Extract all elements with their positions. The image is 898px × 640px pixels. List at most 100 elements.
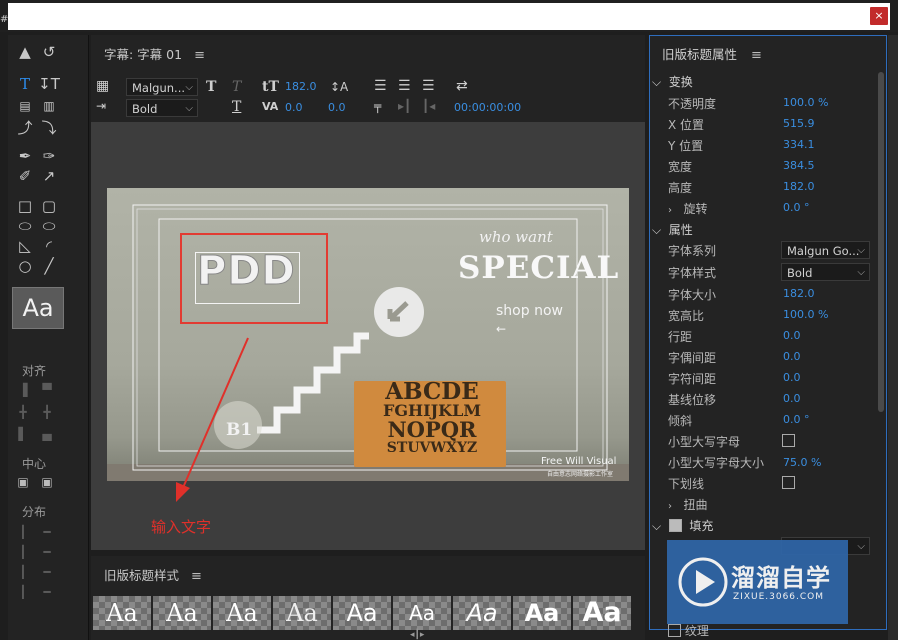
rectangle-tool-icon[interactable]: □ [14, 197, 36, 215]
align-left-text-icon[interactable]: ☰ [374, 78, 387, 94]
properties-menu-icon[interactable]: ≡ [751, 48, 762, 63]
prop-tracking-value[interactable]: 0.0 [783, 371, 801, 384]
styles-menu-icon[interactable]: ≡ [191, 569, 202, 584]
distribute-bottom-icon[interactable]: ━ [38, 565, 56, 579]
type-tool-icon[interactable]: T [14, 75, 36, 93]
prop-leading-value[interactable]: 0.0 [783, 329, 801, 342]
style-preview-swatch[interactable]: Aa [12, 287, 64, 329]
prop-rotation-row[interactable]: › 旋转 [668, 200, 707, 217]
align-bottom-icon[interactable]: ▄ [38, 427, 56, 441]
align-center-text-icon[interactable]: ☰ [398, 78, 411, 94]
vertical-path-type-tool-icon[interactable]: ⤵ [38, 119, 60, 137]
show-background-video-icon[interactable]: ⇄ [456, 78, 468, 94]
add-anchor-tool-icon[interactable]: ✐ [14, 167, 36, 185]
timecode[interactable]: 00:00:00:00 [454, 101, 521, 114]
convert-anchor-tool-icon[interactable]: ↗ [38, 167, 60, 185]
style-swatch[interactable]: Aa [453, 596, 511, 630]
properties-scrollbar[interactable] [878, 72, 884, 412]
rounded-corner-tool-icon[interactable]: ⬭ [38, 217, 60, 235]
tab-right-icon[interactable]: ┃◂ [422, 98, 435, 114]
prop-distort-row[interactable]: › 扭曲 [668, 496, 707, 513]
fill-checkbox[interactable] [668, 519, 682, 532]
kerning-value[interactable]: 0.0 [285, 101, 303, 114]
underline-checkbox[interactable] [782, 476, 795, 489]
vertical-type-tool-icon[interactable]: ↧T [38, 75, 60, 93]
style-swatch[interactable]: Aa [513, 596, 571, 630]
selection-tool-icon[interactable]: ▲ [14, 43, 36, 61]
style-swatch[interactable]: Aa [573, 596, 631, 630]
resize-handle-icon[interactable]: ◂┃▸ [410, 630, 424, 640]
center-vertical-icon[interactable]: ▣ [38, 475, 56, 489]
ellipse-tool-icon[interactable]: ○ [14, 257, 36, 275]
prop-slant-value[interactable]: 0.0 ° [783, 413, 810, 426]
distribute-left-icon[interactable]: ┃ [14, 525, 32, 539]
path-type-tool-icon[interactable]: ⤴ [14, 119, 36, 137]
prop-aspect-label: 宽高比 [668, 309, 705, 323]
area-type-tool-icon[interactable]: ▤ [14, 97, 36, 115]
style-swatch[interactable]: Aa [93, 596, 151, 630]
fill-section[interactable]: ⌵ 填充 [652, 517, 713, 534]
prop-font-style-label: 字体样式 [668, 266, 717, 280]
bold-icon[interactable]: T [206, 79, 216, 95]
align-top-icon[interactable]: ▀ [38, 383, 56, 397]
align-left-icon[interactable]: ▐ [14, 383, 32, 397]
prop-y-value[interactable]: 334.1 [783, 138, 815, 151]
align-right-icon[interactable]: ▌ [14, 427, 32, 441]
texture-checkbox[interactable] [668, 624, 681, 637]
rotate-tool-icon[interactable]: ↺ [38, 43, 60, 61]
close-button[interactable]: × [870, 7, 888, 25]
font-style-select[interactable]: Bold ⌵ [126, 99, 198, 117]
tab-left-icon[interactable]: ▸┃ [398, 98, 411, 114]
texture-row[interactable]: 纹理 [668, 622, 709, 639]
font-size-value[interactable]: 182.0 [285, 80, 317, 93]
tab-stops-icon[interactable]: ⇥ [96, 98, 106, 114]
small-caps-checkbox[interactable] [782, 434, 795, 447]
wedge-tool-icon[interactable]: ◺ [14, 237, 36, 255]
style-swatch[interactable]: Aa [393, 596, 451, 630]
editor-menu-icon[interactable]: ≡ [194, 48, 205, 63]
prop-font-size-value[interactable]: 182.0 [783, 287, 815, 300]
prop-rotation-value[interactable]: 0.0 ° [783, 201, 810, 214]
pen-tool-icon[interactable]: ✒ [14, 147, 36, 165]
distribute-vcenter-icon[interactable]: ━ [38, 545, 56, 559]
prop-height-value[interactable]: 182.0 [783, 180, 815, 193]
baseline-icon[interactable]: ╤ [374, 98, 381, 114]
distribute-hspace-icon[interactable]: ┃ [14, 585, 32, 599]
font-family-select[interactable]: Malgun... ⌵ [126, 78, 198, 96]
style-swatch[interactable]: Aa [213, 596, 271, 630]
delete-anchor-tool-icon[interactable]: ✑ [38, 147, 60, 165]
arc-tool-icon[interactable]: ◜ [38, 237, 60, 255]
distribute-top-icon[interactable]: ━ [38, 525, 56, 539]
background-video-toggle-icon[interactable]: ▦ [96, 78, 109, 94]
prop-aspect-value[interactable]: 100.0 % [783, 308, 828, 321]
transform-section[interactable]: ⌵ 变换 [652, 73, 693, 90]
prop-kerning-value[interactable]: 0.0 [783, 350, 801, 363]
align-label: 对齐 [22, 364, 47, 378]
rounded-rect-tool-icon[interactable]: ▢ [38, 197, 60, 215]
vertical-area-type-tool-icon[interactable]: ▥ [38, 97, 60, 115]
align-right-text-icon[interactable]: ☰ [422, 78, 435, 94]
prop-baseline-value[interactable]: 0.0 [783, 392, 801, 405]
attributes-section[interactable]: ⌵ 属性 [652, 221, 693, 238]
prop-opacity-value[interactable]: 100.0 % [783, 96, 828, 109]
distribute-vspace-icon[interactable]: ━ [38, 585, 56, 599]
prop-width-value[interactable]: 384.5 [783, 159, 815, 172]
style-swatch[interactable]: Aa [273, 596, 331, 630]
prop-small-caps-size-value[interactable]: 75.0 % [783, 456, 821, 469]
distribute-right-icon[interactable]: ┃ [14, 565, 32, 579]
prop-font-family-select[interactable]: Malgun Go... ⌵ [781, 241, 870, 259]
distribute-hcenter-icon[interactable]: ┃ [14, 545, 32, 559]
prop-opacity-label: 不透明度 [668, 97, 717, 111]
prop-x-value[interactable]: 515.9 [783, 117, 815, 130]
clipped-rect-tool-icon[interactable]: ⬭ [14, 217, 36, 235]
style-swatch[interactable]: Aa [153, 596, 211, 630]
line-tool-icon[interactable]: ╱ [38, 257, 60, 275]
style-swatch[interactable]: Aa [333, 596, 391, 630]
align-hcenter-icon[interactable]: ╋ [14, 405, 32, 419]
underline-icon[interactable]: T [232, 99, 241, 115]
leading-value[interactable]: 0.0 [328, 101, 346, 114]
prop-font-style-select[interactable]: Bold ⌵ [781, 263, 870, 281]
italic-icon[interactable]: T [232, 79, 241, 95]
center-horizontal-icon[interactable]: ▣ [14, 475, 32, 489]
align-vcenter-icon[interactable]: ╋ [38, 405, 56, 419]
